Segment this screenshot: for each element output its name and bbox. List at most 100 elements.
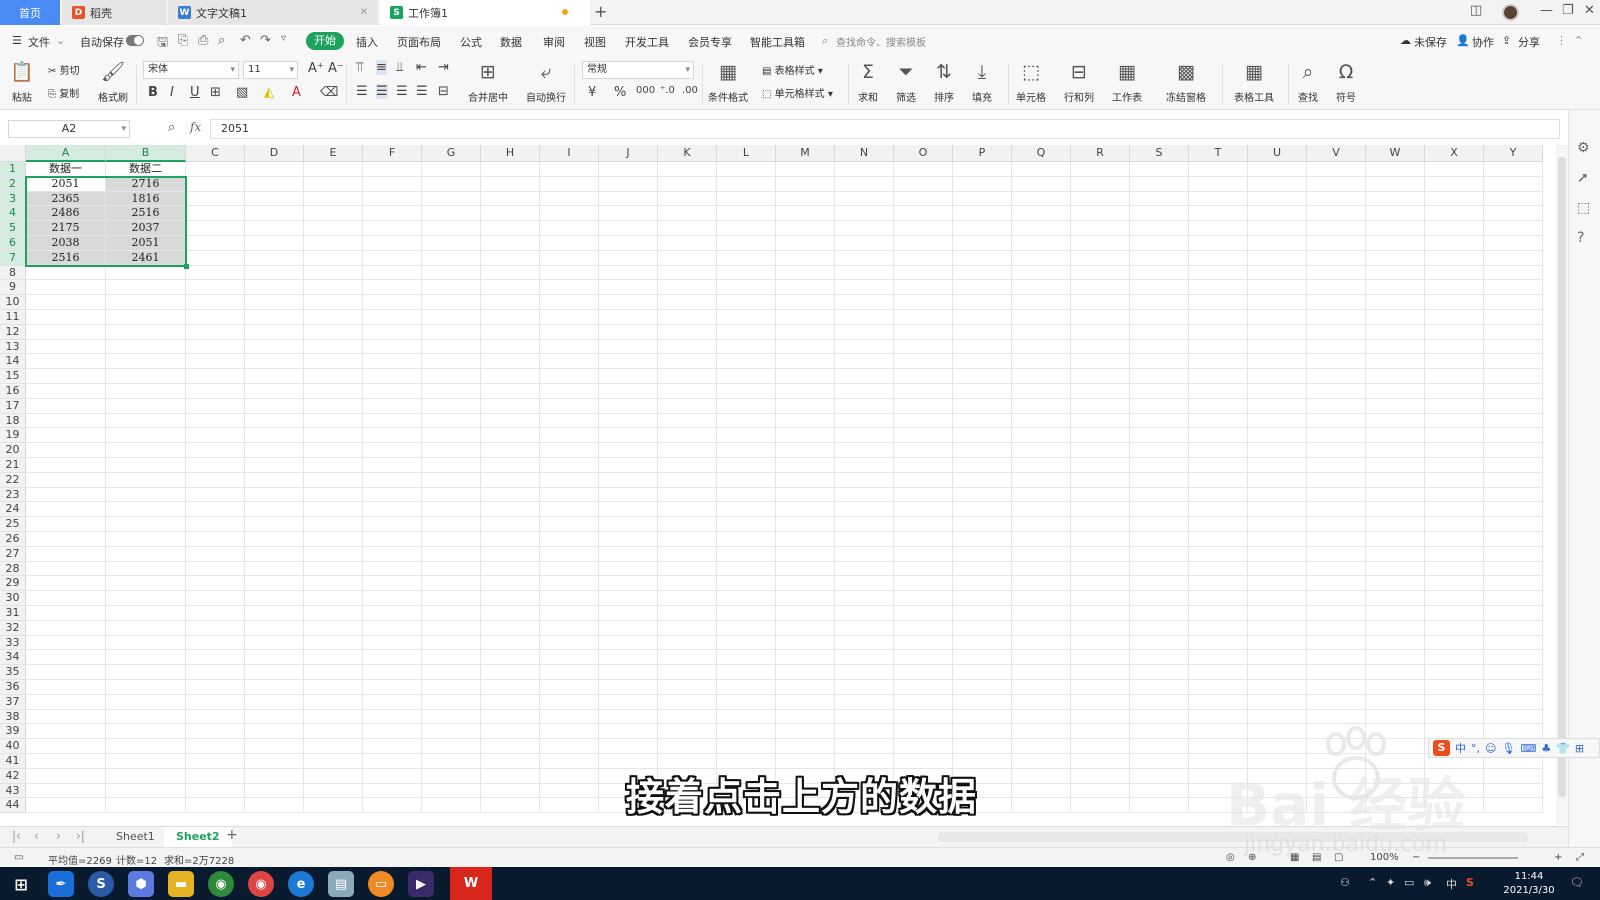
empty-cell[interactable] bbox=[1189, 324, 1248, 340]
row-header[interactable]: 41 bbox=[0, 754, 26, 769]
empty-cell[interactable] bbox=[1071, 606, 1130, 621]
empty-cell[interactable] bbox=[658, 458, 717, 473]
empty-cell[interactable] bbox=[1425, 236, 1484, 251]
empty-cell[interactable] bbox=[599, 724, 658, 740]
empty-cell[interactable] bbox=[953, 265, 1012, 281]
empty-cell[interactable] bbox=[1366, 398, 1425, 414]
empty-cell[interactable] bbox=[1071, 546, 1130, 562]
empty-cell[interactable] bbox=[658, 428, 717, 444]
empty-cell[interactable] bbox=[1071, 783, 1130, 799]
empty-cell[interactable] bbox=[953, 576, 1012, 592]
empty-cell[interactable] bbox=[363, 398, 422, 414]
customize-icon[interactable]: ▿ bbox=[281, 33, 286, 44]
empty-cell[interactable] bbox=[1130, 413, 1189, 429]
empty-cell[interactable] bbox=[186, 443, 245, 458]
column-header-t[interactable]: T bbox=[1189, 145, 1248, 162]
empty-cell[interactable] bbox=[658, 413, 717, 429]
row-header[interactable]: 35 bbox=[0, 665, 26, 680]
empty-cell[interactable] bbox=[894, 502, 953, 518]
empty-cell[interactable] bbox=[658, 191, 717, 207]
empty-cell[interactable] bbox=[658, 561, 717, 577]
empty-cell[interactable] bbox=[1071, 561, 1130, 577]
row-header[interactable]: 9 bbox=[0, 280, 26, 296]
empty-cell[interactable] bbox=[835, 665, 894, 680]
empty-cell[interactable] bbox=[835, 739, 894, 754]
empty-cell[interactable] bbox=[1484, 783, 1543, 799]
empty-cell[interactable] bbox=[363, 472, 422, 488]
empty-cell[interactable] bbox=[1425, 591, 1484, 606]
empty-cell[interactable] bbox=[1248, 265, 1307, 281]
empty-cell[interactable] bbox=[1366, 221, 1425, 236]
empty-cell[interactable] bbox=[1189, 694, 1248, 710]
empty-cell[interactable] bbox=[894, 191, 953, 207]
empty-cell[interactable] bbox=[1307, 295, 1366, 310]
empty-cell[interactable] bbox=[540, 546, 599, 562]
empty-cell[interactable] bbox=[894, 576, 953, 592]
empty-cell[interactable] bbox=[186, 591, 245, 606]
data-cell[interactable]: 2365 bbox=[26, 191, 106, 207]
empty-cell[interactable] bbox=[1425, 384, 1484, 399]
empty-cell[interactable] bbox=[422, 680, 481, 695]
empty-cell[interactable] bbox=[1130, 265, 1189, 281]
row-header[interactable]: 7 bbox=[0, 250, 26, 266]
empty-cell[interactable] bbox=[894, 236, 953, 251]
empty-cell[interactable] bbox=[717, 620, 776, 636]
empty-cell[interactable] bbox=[953, 517, 1012, 532]
empty-cell[interactable] bbox=[1189, 591, 1248, 606]
empty-cell[interactable] bbox=[1189, 428, 1248, 444]
empty-cell[interactable] bbox=[304, 783, 363, 799]
empty-cell[interactable] bbox=[363, 250, 422, 266]
empty-cell[interactable] bbox=[363, 783, 422, 799]
empty-cell[interactable] bbox=[422, 339, 481, 355]
empty-cell[interactable] bbox=[304, 236, 363, 251]
empty-cell[interactable] bbox=[422, 635, 481, 651]
empty-cell[interactable] bbox=[245, 546, 304, 562]
empty-cell[interactable] bbox=[106, 517, 186, 532]
empty-cell[interactable] bbox=[599, 532, 658, 547]
empty-cell[interactable] bbox=[106, 502, 186, 518]
empty-cell[interactable] bbox=[717, 443, 776, 458]
empty-cell[interactable] bbox=[776, 517, 835, 532]
empty-cell[interactable] bbox=[1425, 250, 1484, 266]
empty-cell[interactable] bbox=[1130, 502, 1189, 518]
eye-protect-icon[interactable]: ◎ bbox=[1226, 852, 1235, 863]
empty-cell[interactable] bbox=[953, 709, 1012, 725]
emoji-icon[interactable]: ☺ bbox=[1485, 742, 1496, 755]
empty-cell[interactable] bbox=[1071, 532, 1130, 547]
empty-cell[interactable] bbox=[894, 591, 953, 606]
empty-cell[interactable] bbox=[1484, 295, 1543, 310]
empty-cell[interactable] bbox=[304, 768, 363, 784]
empty-cell[interactable] bbox=[1307, 176, 1366, 192]
empty-cell[interactable] bbox=[1307, 339, 1366, 355]
column-header-l[interactable]: L bbox=[717, 145, 776, 162]
empty-cell[interactable] bbox=[304, 280, 363, 296]
empty-cell[interactable] bbox=[776, 739, 835, 754]
empty-cell[interactable] bbox=[1012, 413, 1071, 429]
empty-cell[interactable] bbox=[1012, 754, 1071, 769]
empty-cell[interactable] bbox=[1484, 709, 1543, 725]
cell-button[interactable]: ⬚ 单元格 bbox=[1016, 60, 1046, 104]
empty-cell[interactable] bbox=[1484, 487, 1543, 503]
empty-cell[interactable] bbox=[1307, 384, 1366, 399]
empty-cell[interactable] bbox=[1425, 310, 1484, 325]
empty-cell[interactable] bbox=[1189, 487, 1248, 503]
empty-cell[interactable] bbox=[599, 591, 658, 606]
empty-cell[interactable] bbox=[1071, 502, 1130, 518]
empty-cell[interactable] bbox=[1189, 561, 1248, 577]
tray-expand-icon[interactable]: ⌃ bbox=[1368, 876, 1377, 889]
empty-cell[interactable] bbox=[363, 236, 422, 251]
empty-cell[interactable] bbox=[1307, 650, 1366, 666]
empty-cell[interactable] bbox=[599, 739, 658, 754]
empty-cell[interactable] bbox=[894, 354, 953, 370]
empty-cell[interactable] bbox=[304, 694, 363, 710]
empty-cell[interactable] bbox=[717, 561, 776, 577]
empty-cell[interactable] bbox=[422, 384, 481, 399]
empty-cell[interactable] bbox=[776, 221, 835, 236]
empty-cell[interactable] bbox=[835, 310, 894, 325]
empty-cell[interactable] bbox=[1425, 620, 1484, 636]
empty-cell[interactable] bbox=[26, 428, 106, 444]
empty-cell[interactable] bbox=[26, 561, 106, 577]
empty-cell[interactable] bbox=[599, 384, 658, 399]
empty-cell[interactable] bbox=[894, 443, 953, 458]
empty-cell[interactable] bbox=[26, 265, 106, 281]
